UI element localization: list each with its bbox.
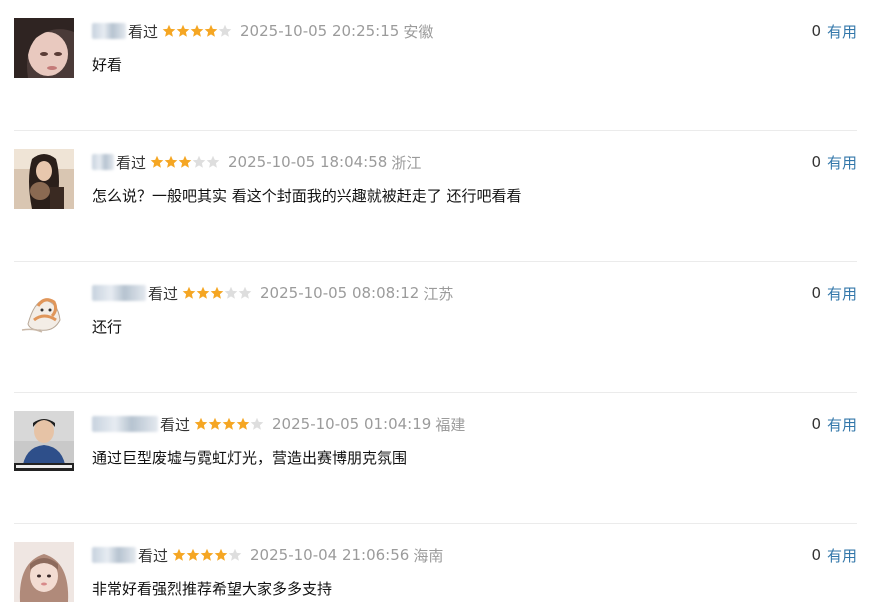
comment-meta: 看过 2025-10-05 08:08:12 江苏 bbox=[92, 283, 453, 303]
comment-item: 看过 2025-10-05 08:08:12 江苏 0 有用 还行 bbox=[14, 262, 857, 393]
avatar[interactable] bbox=[14, 542, 74, 602]
star-empty-icon bbox=[218, 24, 232, 37]
star-filled-icon bbox=[210, 286, 224, 299]
username-blurred[interactable] bbox=[92, 285, 146, 301]
star-filled-icon bbox=[176, 24, 190, 37]
vote-count: 0 bbox=[811, 415, 821, 433]
watch-status: 看过 bbox=[116, 153, 147, 172]
comment-region: 海南 bbox=[413, 546, 444, 565]
star-filled-icon bbox=[172, 548, 186, 561]
star-filled-icon bbox=[162, 24, 176, 37]
rating-stars bbox=[182, 286, 252, 300]
comment-region: 江苏 bbox=[423, 284, 454, 303]
useful-button[interactable]: 有用 bbox=[827, 545, 857, 566]
username-blurred[interactable] bbox=[92, 547, 136, 563]
vote-area: 0 有用 bbox=[811, 414, 857, 434]
watch-status: 看过 bbox=[148, 284, 179, 303]
star-filled-icon bbox=[186, 548, 200, 561]
avatar[interactable] bbox=[14, 18, 74, 78]
star-empty-icon bbox=[206, 155, 220, 168]
comment-meta: 看过 2025-10-05 18:04:58 浙江 bbox=[92, 152, 421, 172]
vote-count: 0 bbox=[811, 284, 821, 302]
comment-time: 2025-10-05 18:04:58 bbox=[228, 153, 388, 171]
comment-list: 看过 2025-10-05 20:25:15 安徽 0 有用 好看 看过 202… bbox=[0, 0, 880, 604]
comment-content: 怎么说？一般吧其实 看这个封面我的兴趣就被赶走了 还行吧看看 bbox=[92, 187, 522, 205]
star-filled-icon bbox=[178, 155, 192, 168]
useful-button[interactable]: 有用 bbox=[827, 283, 857, 304]
watch-status: 看过 bbox=[138, 546, 169, 565]
comment-meta: 看过 2025-10-04 21:06:56 海南 bbox=[92, 545, 443, 565]
star-empty-icon bbox=[228, 548, 242, 561]
username-blurred[interactable] bbox=[92, 154, 114, 170]
star-filled-icon bbox=[222, 417, 236, 430]
comment-content: 非常好看强烈推荐希望大家多多支持 bbox=[92, 580, 333, 598]
vote-area: 0 有用 bbox=[811, 283, 857, 303]
rating-stars bbox=[172, 548, 242, 562]
useful-button[interactable]: 有用 bbox=[827, 152, 857, 173]
username-blurred[interactable] bbox=[92, 23, 126, 39]
comment-region: 安徽 bbox=[403, 22, 434, 41]
star-filled-icon bbox=[204, 24, 218, 37]
watch-status: 看过 bbox=[160, 415, 191, 434]
comment-time: 2025-10-05 08:08:12 bbox=[260, 284, 420, 302]
comment-time: 2025-10-05 01:04:19 bbox=[272, 415, 432, 433]
rating-stars bbox=[162, 24, 232, 38]
star-empty-icon bbox=[192, 155, 206, 168]
star-filled-icon bbox=[208, 417, 222, 430]
comment-meta: 看过 2025-10-05 01:04:19 福建 bbox=[92, 414, 465, 434]
star-filled-icon bbox=[182, 286, 196, 299]
vote-count: 0 bbox=[811, 153, 821, 171]
comment-content: 通过巨型废墟与霓虹灯光，营造出赛博朋克氛围 bbox=[92, 449, 408, 467]
star-empty-icon bbox=[238, 286, 252, 299]
star-filled-icon bbox=[190, 24, 204, 37]
vote-area: 0 有用 bbox=[811, 152, 857, 172]
comment-item: 看过 2025-10-05 20:25:15 安徽 0 有用 好看 bbox=[14, 0, 857, 131]
comment-region: 福建 bbox=[435, 415, 466, 434]
comment-item: 看过 2025-10-05 18:04:58 浙江 0 有用 怎么说？一般吧其实… bbox=[14, 131, 857, 262]
comment-time: 2025-10-05 20:25:15 bbox=[240, 22, 400, 40]
star-filled-icon bbox=[150, 155, 164, 168]
vote-area: 0 有用 bbox=[811, 545, 857, 565]
star-filled-icon bbox=[236, 417, 250, 430]
comment-meta: 看过 2025-10-05 20:25:15 安徽 bbox=[92, 21, 433, 41]
avatar[interactable] bbox=[14, 411, 74, 471]
avatar[interactable] bbox=[14, 149, 74, 209]
star-filled-icon bbox=[214, 548, 228, 561]
star-filled-icon bbox=[200, 548, 214, 561]
comment-item: 看过 2025-10-04 21:06:56 海南 0 有用 非常好看强烈推荐希… bbox=[14, 524, 857, 604]
username-blurred[interactable] bbox=[92, 416, 158, 432]
star-empty-icon bbox=[250, 417, 264, 430]
comment-time: 2025-10-04 21:06:56 bbox=[250, 546, 410, 564]
comment-content: 好看 bbox=[92, 56, 123, 74]
rating-stars bbox=[150, 155, 220, 169]
comment-content: 还行 bbox=[92, 318, 123, 336]
avatar[interactable] bbox=[14, 280, 74, 340]
star-filled-icon bbox=[196, 286, 210, 299]
star-filled-icon bbox=[164, 155, 178, 168]
vote-count: 0 bbox=[811, 546, 821, 564]
comment-item: 看过 2025-10-05 01:04:19 福建 0 有用 通过巨型废墟与霓虹… bbox=[14, 393, 857, 524]
star-empty-icon bbox=[224, 286, 238, 299]
comment-region: 浙江 bbox=[391, 153, 422, 172]
vote-count: 0 bbox=[811, 22, 821, 40]
useful-button[interactable]: 有用 bbox=[827, 21, 857, 42]
vote-area: 0 有用 bbox=[811, 21, 857, 41]
watch-status: 看过 bbox=[128, 22, 159, 41]
rating-stars bbox=[194, 417, 264, 431]
star-filled-icon bbox=[194, 417, 208, 430]
useful-button[interactable]: 有用 bbox=[827, 414, 857, 435]
